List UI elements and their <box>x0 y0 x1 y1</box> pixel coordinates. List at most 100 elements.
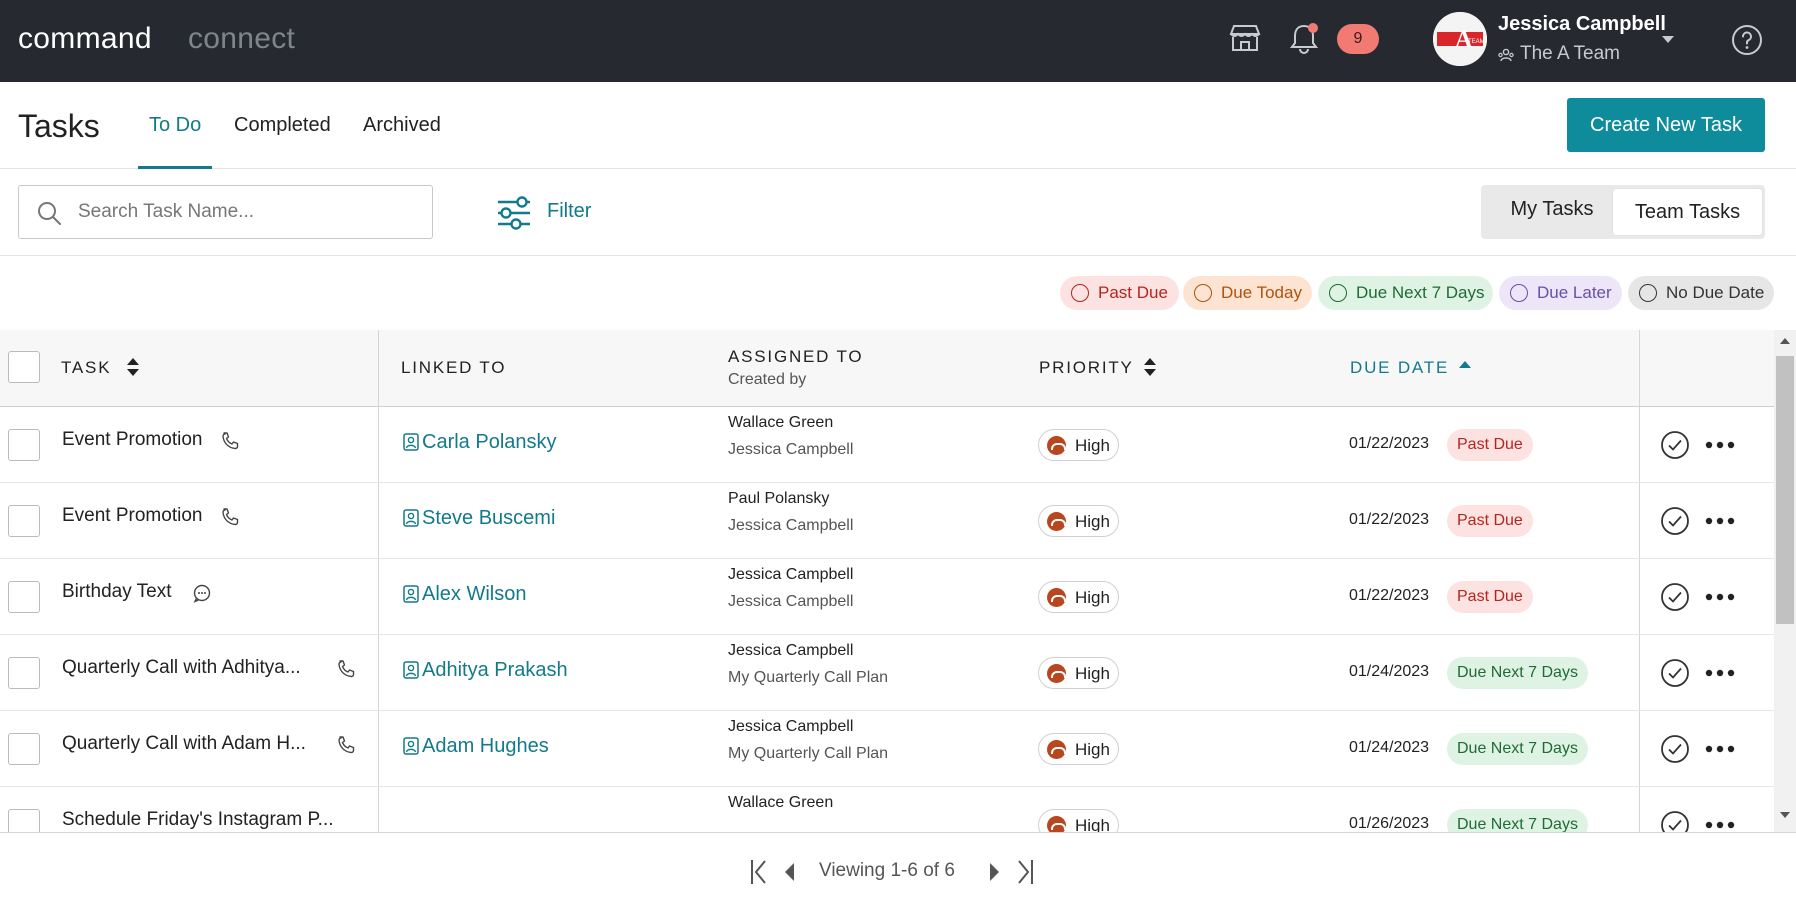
legend-label: Due Next 7 Days <box>1356 283 1485 302</box>
contact-icon <box>403 585 419 603</box>
tab-archived[interactable]: Archived <box>363 114 441 137</box>
due-status-badge: Past Due <box>1447 429 1533 461</box>
search-icon <box>38 202 61 225</box>
row-checkbox[interactable] <box>8 429 40 461</box>
legend-due-next-7-days[interactable]: Due Next 7 Days <box>1318 276 1493 310</box>
column-header-priority[interactable]: PRIORITY <box>1039 358 1134 378</box>
due-status-badge: Due Next 7 Days <box>1447 733 1588 765</box>
due-date: 01/22/2023 <box>1349 511 1430 528</box>
tab-to-do[interactable]: To Do <box>149 114 201 137</box>
create-new-task-button[interactable]: Create New Task <box>1567 98 1765 152</box>
circle-icon <box>1329 284 1347 302</box>
task-name[interactable]: Birthday Text <box>62 581 171 603</box>
assigned-to: Wallace Green <box>728 414 834 431</box>
complete-task-icon[interactable] <box>1660 582 1690 612</box>
complete-task-icon[interactable] <box>1660 734 1690 764</box>
scroll-down-arrow-icon[interactable] <box>1780 812 1790 818</box>
storefront-icon[interactable] <box>1228 20 1262 56</box>
brand-connect[interactable]: connect <box>188 22 295 56</box>
scroll-up-arrow-icon[interactable] <box>1780 338 1790 344</box>
high-priority-icon <box>1047 588 1066 607</box>
brand-command[interactable]: command <box>18 22 152 56</box>
team-logo-icon: A TEAM <box>1433 12 1487 66</box>
due-date: 01/24/2023 <box>1349 663 1430 680</box>
legend-label: No Due Date <box>1666 283 1765 302</box>
legend-no-due-date[interactable]: No Due Date <box>1628 276 1774 310</box>
linked-contact-link[interactable]: Carla Polansky <box>422 431 557 454</box>
row-checkbox[interactable] <box>8 657 40 689</box>
legend-due-today[interactable]: Due Today <box>1183 276 1312 310</box>
high-priority-icon <box>1047 436 1066 455</box>
task-name[interactable]: Quarterly Call with Adam H... <box>62 733 306 755</box>
created-by: Jessica Campbell <box>728 441 854 458</box>
svg-text:TEAM: TEAM <box>1468 39 1485 45</box>
sort-ascending-icon[interactable] <box>1458 360 1472 380</box>
linked-contact-link[interactable]: Adam Hughes <box>422 735 549 758</box>
created-by: My Quarterly Call Plan <box>728 669 889 686</box>
contact-icon <box>403 509 419 527</box>
circle-icon <box>1071 284 1089 302</box>
notification-bell-icon[interactable] <box>1287 20 1321 56</box>
row-checkbox[interactable] <box>8 733 40 765</box>
first-page-icon[interactable] <box>747 858 771 886</box>
row-checkbox[interactable] <box>8 505 40 537</box>
more-options-icon[interactable] <box>1705 669 1735 677</box>
contact-icon <box>403 433 419 451</box>
chevron-down-icon[interactable] <box>1662 36 1674 43</box>
search-input[interactable] <box>78 198 418 226</box>
last-page-icon[interactable] <box>1013 858 1037 886</box>
my-tasks-toggle[interactable]: My Tasks <box>1490 198 1614 221</box>
help-icon[interactable] <box>1731 24 1763 56</box>
next-page-icon[interactable] <box>982 858 1006 886</box>
due-date: 01/26/2023 <box>1349 815 1430 832</box>
assigned-to: Jessica Campbell <box>728 718 854 735</box>
column-header-due-date[interactable]: DUE DATE <box>1350 358 1449 378</box>
legend-label: Due Later <box>1537 283 1612 302</box>
complete-task-icon[interactable] <box>1660 658 1690 688</box>
linked-contact-link[interactable]: Adhitya Prakash <box>422 659 568 682</box>
legend-past-due[interactable]: Past Due <box>1060 276 1179 310</box>
more-options-icon[interactable] <box>1705 745 1735 753</box>
sort-icon[interactable] <box>1143 357 1157 377</box>
due-status-badge: Past Due <box>1447 505 1533 537</box>
select-all-checkbox[interactable] <box>8 351 40 383</box>
more-options-icon[interactable] <box>1705 441 1735 449</box>
notification-count-badge[interactable]: 9 <box>1337 24 1379 54</box>
scrollbar-thumb[interactable] <box>1776 356 1794 624</box>
user-team-name[interactable]: The A Team <box>1520 43 1620 65</box>
more-options-icon[interactable] <box>1705 821 1735 829</box>
complete-task-icon[interactable] <box>1660 430 1690 460</box>
complete-task-icon[interactable] <box>1660 506 1690 536</box>
more-options-icon[interactable] <box>1705 517 1735 525</box>
linked-contact-link[interactable]: Steve Buscemi <box>422 507 555 530</box>
phone-icon <box>336 735 356 755</box>
tab-completed[interactable]: Completed <box>234 114 331 137</box>
row-checkbox[interactable] <box>8 581 40 613</box>
assigned-to: Jessica Campbell <box>728 642 854 659</box>
priority-badge: High <box>1038 581 1119 613</box>
filter-icon[interactable] <box>496 196 532 230</box>
due-status-badge: Past Due <box>1447 581 1533 613</box>
due-status-badge: Due Next 7 Days <box>1447 657 1588 689</box>
more-options-icon[interactable] <box>1705 593 1735 601</box>
column-header-task[interactable]: TASK <box>61 358 111 378</box>
legend-due-later[interactable]: Due Later <box>1499 276 1622 310</box>
due-date: 01/22/2023 <box>1349 587 1430 604</box>
circle-icon <box>1194 284 1212 302</box>
linked-contact-link[interactable]: Alex Wilson <box>422 583 526 606</box>
user-name[interactable]: Jessica Campbell <box>1498 13 1666 36</box>
phone-icon <box>336 659 356 679</box>
task-name[interactable]: Event Promotion <box>62 505 202 527</box>
sort-icon[interactable] <box>126 357 140 377</box>
task-name[interactable]: Event Promotion <box>62 429 202 451</box>
task-name[interactable]: Quarterly Call with Adhitya... <box>62 657 301 679</box>
page-title: Tasks <box>18 108 100 144</box>
task-name[interactable]: Schedule Friday's Instagram P... <box>62 809 334 831</box>
assigned-to: Wallace Green <box>728 794 834 811</box>
team-tasks-toggle[interactable]: Team Tasks <box>1613 189 1762 235</box>
filter-button[interactable]: Filter <box>547 200 591 223</box>
pagination-label: Viewing 1-6 of 6 <box>819 860 955 881</box>
previous-page-icon[interactable] <box>778 858 802 886</box>
table-header <box>0 330 1774 407</box>
team-avatar[interactable]: A TEAM <box>1433 12 1487 66</box>
